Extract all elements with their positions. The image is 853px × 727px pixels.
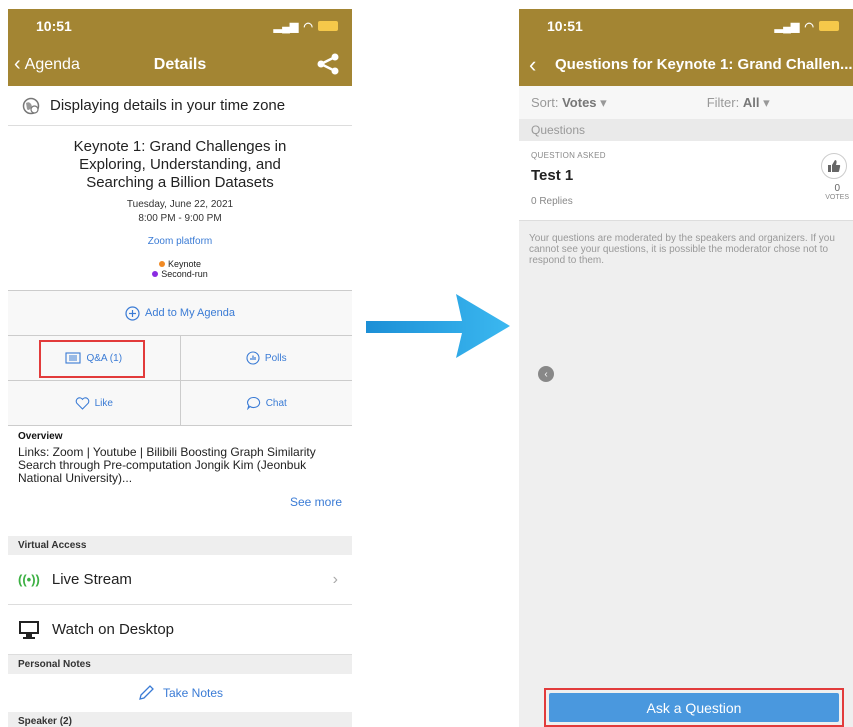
sort-label: Sort: xyxy=(531,94,559,110)
tag-label: Second-run xyxy=(161,269,208,279)
back-label: Agenda xyxy=(24,55,80,73)
chat-button[interactable]: Chat xyxy=(179,381,353,425)
virtual-access-heading: Virtual Access xyxy=(8,536,352,555)
live-stream-row[interactable]: ((•)) Live Stream › xyxy=(8,555,352,605)
highlight-box xyxy=(39,340,145,378)
watch-desktop-label: Watch on Desktop xyxy=(52,621,174,638)
chat-label: Chat xyxy=(265,397,287,409)
tag-keynote: Keynote xyxy=(18,259,342,269)
arrow-right-icon xyxy=(366,294,510,358)
polls-icon xyxy=(246,351,260,365)
status-icons: ▂▄▆ ◠ xyxy=(274,20,338,33)
status-time: 10:51 xyxy=(36,18,72,34)
ask-question-button[interactable]: Ask a Question xyxy=(549,693,839,722)
filter-dropdown[interactable]: Filter: All ▾ xyxy=(707,95,770,111)
event-time: 8:00 PM - 9:00 PM xyxy=(138,213,222,224)
wifi-icon: ◠ xyxy=(804,20,814,33)
tag-second-run: Second-run xyxy=(18,269,342,279)
question-text: Test 1 xyxy=(531,167,574,184)
event-venue-link[interactable]: Zoom platform xyxy=(18,236,342,247)
question-card[interactable]: QUESTION ASKED Test 1 0 Replies 0 VOTES xyxy=(519,141,853,221)
take-notes-button[interactable]: Take Notes xyxy=(8,674,352,712)
personal-notes-heading: Personal Notes xyxy=(8,655,352,674)
take-notes-label: Take Notes xyxy=(162,686,224,700)
questions-screen: 10:51 ▂▄▆ ◠ ‹ Questions for Keynote 1: G… xyxy=(519,9,853,727)
qa-button[interactable]: Q&A (1) xyxy=(8,336,180,380)
polls-label: Polls xyxy=(264,352,287,364)
sort-filter-bar: Sort: Votes ▾ Filter: All ▾ xyxy=(519,86,853,119)
status-time: 10:51 xyxy=(547,18,583,34)
chevron-right-icon: › xyxy=(332,570,338,588)
chevron-left-icon: ‹ xyxy=(544,368,548,380)
battery-icon xyxy=(819,21,839,31)
watch-desktop-row[interactable]: Watch on Desktop xyxy=(8,605,352,655)
overview-section: Overview Links: Zoom | Youtube | Bilibil… xyxy=(8,426,352,536)
event-info: Keynote 1: Grand Challenges in Exploring… xyxy=(8,126,352,291)
questions-heading: Questions xyxy=(519,119,853,141)
battery-icon xyxy=(318,21,338,31)
back-button[interactable]: ‹ Agenda xyxy=(14,53,80,76)
chevron-left-icon: ‹ xyxy=(14,53,21,75)
actions-row-1: Q&A (1) Polls xyxy=(8,336,352,381)
filter-value: All xyxy=(742,94,760,110)
speaker-heading: Speaker (2) xyxy=(8,712,352,727)
caret-down-icon: ▾ xyxy=(600,94,607,110)
live-stream-label: Live Stream xyxy=(51,571,132,588)
status-icons: ▂▄▆ ◠ xyxy=(775,20,839,33)
actions-row-2: Like Chat xyxy=(8,381,352,426)
tag-label: Keynote xyxy=(167,259,202,269)
nav-bar: ‹ Questions for Keynote 1: Grand Challen… xyxy=(519,43,853,86)
event-tags: Keynote Second-run xyxy=(18,259,342,279)
overview-heading: Overview xyxy=(18,431,63,442)
see-more-link[interactable]: See more xyxy=(18,495,342,509)
chat-bubble-icon xyxy=(246,396,260,410)
vote-count: 0 xyxy=(834,183,840,194)
thumbs-up-icon xyxy=(828,160,841,172)
moderation-note: Your questions are moderated by the spea… xyxy=(529,233,835,266)
like-label: Like xyxy=(94,397,113,409)
question-asked-label: QUESTION ASKED xyxy=(531,151,606,160)
signal-icon: ▂▄▆ xyxy=(273,20,299,33)
header: 10:51 ▂▄▆ ◠ ‹ Agenda Details xyxy=(8,9,352,86)
plus-circle-icon xyxy=(125,305,140,321)
timezone-text: Displaying details in your time zone xyxy=(50,97,286,114)
broadcast-icon: ((•)) xyxy=(18,572,40,587)
monitor-icon xyxy=(19,620,39,639)
like-button[interactable]: Like xyxy=(8,381,180,425)
collapse-panel-button[interactable]: ‹ xyxy=(538,366,554,382)
polls-button[interactable]: Polls xyxy=(179,336,353,380)
status-bar: 10:51 ▂▄▆ ◠ xyxy=(519,9,853,43)
keynote-dot-icon xyxy=(158,261,165,267)
timezone-row: Displaying details in your time zone xyxy=(8,86,352,126)
sort-dropdown[interactable]: Sort: Votes ▾ xyxy=(531,95,607,111)
nav-bar: ‹ Agenda Details xyxy=(8,43,352,86)
add-to-agenda-button[interactable]: Add to My Agenda xyxy=(8,291,352,336)
signal-icon: ▂▄▆ xyxy=(774,20,800,33)
filter-label: Filter: xyxy=(706,94,740,110)
heart-icon xyxy=(75,396,89,410)
share-icon[interactable] xyxy=(316,53,340,75)
chevron-left-icon: ‹ xyxy=(529,51,537,77)
sort-value: Votes xyxy=(562,94,597,110)
wifi-icon: ◠ xyxy=(303,20,313,33)
globe-clock-icon xyxy=(22,97,40,114)
page-title: Questions for Keynote 1: Grand Challen..… xyxy=(555,56,853,73)
event-title: Keynote 1: Grand Challenges in Exploring… xyxy=(73,138,287,191)
event-date: Tuesday, June 22, 2021 xyxy=(126,199,234,210)
status-bar: 10:51 ▂▄▆ ◠ xyxy=(8,9,352,43)
ask-question-highlight: Ask a Question xyxy=(544,688,844,727)
question-replies: 0 Replies xyxy=(531,196,573,207)
upvote-button[interactable] xyxy=(821,153,847,179)
caret-down-icon: ▾ xyxy=(763,94,770,110)
overview-body: Links: Zoom | Youtube | Bilibili Boostin… xyxy=(18,445,316,485)
second-run-dot-icon xyxy=(152,271,159,277)
header: 10:51 ▂▄▆ ◠ ‹ Questions for Keynote 1: G… xyxy=(519,9,853,86)
pencil-icon xyxy=(139,685,154,700)
votes-label: VOTES xyxy=(825,194,849,201)
back-button[interactable]: ‹ xyxy=(529,52,536,78)
details-screen: 10:51 ▂▄▆ ◠ ‹ Agenda Details Displaying … xyxy=(8,9,352,727)
add-to-agenda-label: Add to My Agenda xyxy=(145,307,235,319)
